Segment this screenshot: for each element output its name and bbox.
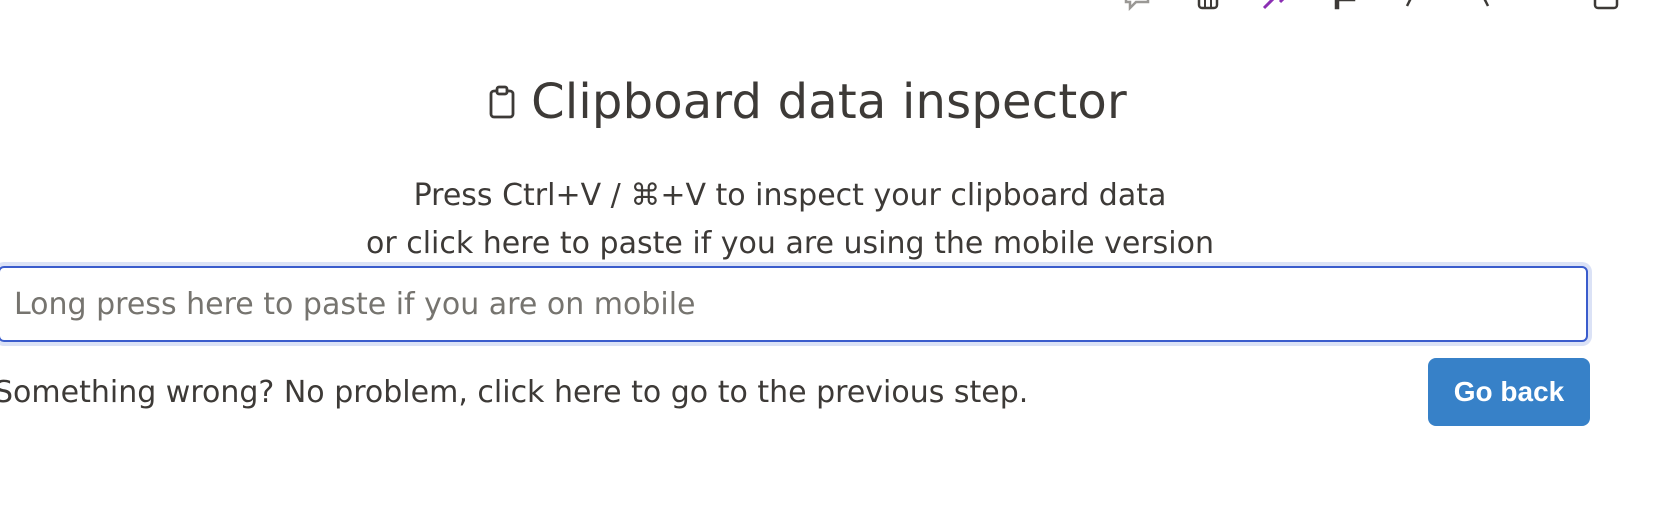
edit-icon[interactable] bbox=[1259, 0, 1291, 12]
mobile-paste-link[interactable]: or click here to paste if you are using … bbox=[0, 220, 1580, 268]
page-title: Clipboard data inspector bbox=[531, 74, 1127, 130]
clipboard-icon bbox=[487, 85, 517, 119]
comment-icon[interactable] bbox=[1121, 0, 1153, 12]
go-back-button[interactable]: Go back bbox=[1428, 358, 1590, 426]
instructions: Press Ctrl+V / ⌘+V to inspect your clipb… bbox=[0, 172, 1580, 268]
page-header: Clipboard data inspector bbox=[0, 74, 1654, 130]
panel-icon[interactable] bbox=[1590, 0, 1622, 12]
browser-toolbar bbox=[0, 0, 1654, 14]
back-row: Something wrong? No problem, click here … bbox=[0, 358, 1590, 426]
previous-step-link[interactable]: Something wrong? No problem, click here … bbox=[0, 375, 1028, 410]
grid-icon[interactable] bbox=[1192, 0, 1224, 12]
chevron-right-icon[interactable] bbox=[1469, 0, 1501, 12]
chevron-left-icon[interactable] bbox=[1394, 0, 1426, 12]
page: Clipboard data inspector Press Ctrl+V / … bbox=[0, 0, 1654, 530]
paste-shortcut-hint: Press Ctrl+V / ⌘+V to inspect your clipb… bbox=[413, 178, 1167, 213]
puzzle-icon[interactable] bbox=[1329, 0, 1361, 12]
paste-input[interactable] bbox=[0, 266, 1588, 342]
